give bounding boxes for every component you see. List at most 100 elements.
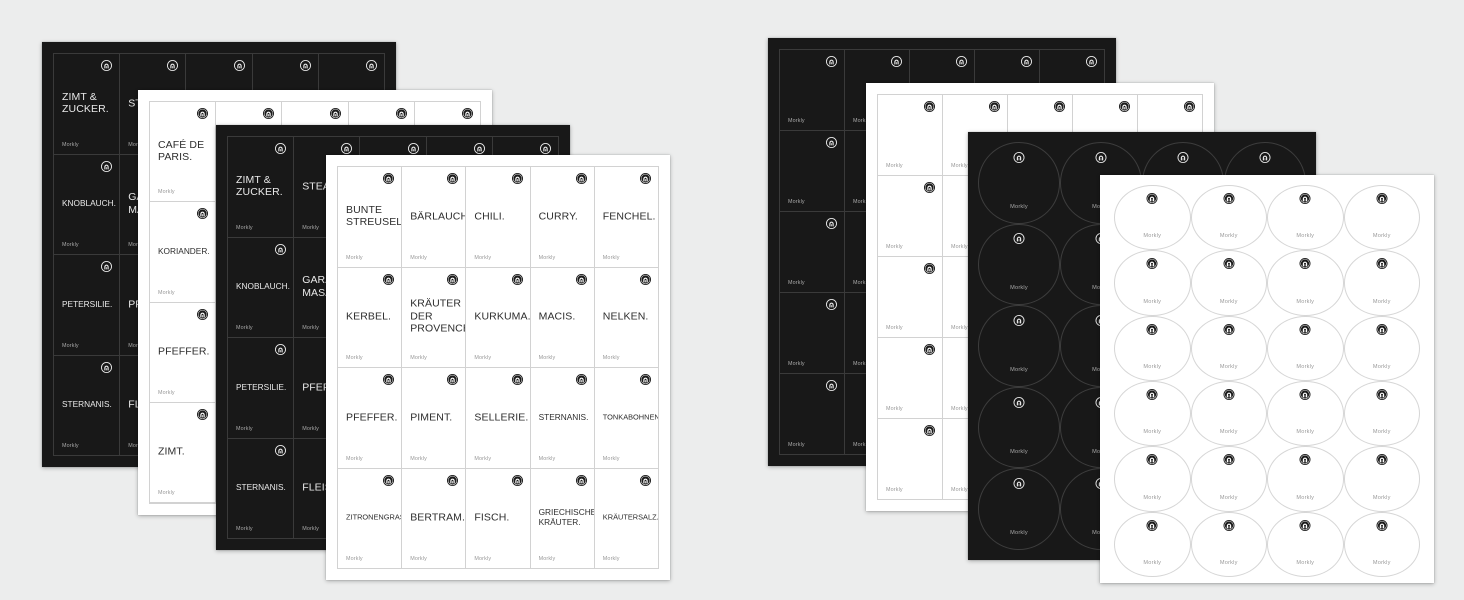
label-cell[interactable]: STERNANIS. Morkly bbox=[228, 438, 295, 539]
round-sticker[interactable]: Morkly bbox=[1267, 185, 1344, 251]
round-sticker-cell[interactable]: Morkly bbox=[978, 386, 1060, 469]
label-cell[interactable]: Morkly bbox=[878, 338, 943, 419]
round-sticker-cell[interactable]: Morkly bbox=[1343, 446, 1420, 512]
round-sticker-cell[interactable]: Morkly bbox=[1114, 315, 1191, 381]
label-cell[interactable]: PIMENT. Morkly bbox=[402, 368, 467, 469]
round-sticker-cell[interactable]: Morkly bbox=[1343, 250, 1420, 316]
label-cell[interactable]: PFEFFER. Morkly bbox=[338, 368, 403, 469]
round-sticker-cell[interactable]: Morkly bbox=[1114, 250, 1191, 316]
label-cell[interactable]: Morkly bbox=[780, 131, 845, 212]
round-sticker[interactable]: Morkly bbox=[1190, 511, 1267, 577]
label-cell[interactable]: Morkly bbox=[878, 419, 943, 500]
label-cell[interactable]: KORIANDER. Morkly bbox=[150, 202, 217, 303]
round-sticker-cell[interactable]: Morkly bbox=[978, 305, 1060, 387]
label-cell[interactable]: Morkly bbox=[780, 212, 845, 293]
round-sticker[interactable]: Morkly bbox=[1114, 185, 1191, 251]
round-sticker-cell[interactable]: Morkly bbox=[978, 468, 1060, 550]
round-sticker[interactable]: Morkly bbox=[1114, 250, 1191, 316]
round-sticker-cell[interactable]: Morkly bbox=[1343, 315, 1420, 381]
label-cell[interactable]: NELKEN. Morkly bbox=[594, 267, 659, 368]
round-sticker[interactable]: Morkly bbox=[1343, 315, 1420, 381]
label-cell[interactable]: TONKABOHNEN. Morkly bbox=[594, 368, 659, 469]
round-sticker[interactable]: Morkly bbox=[1190, 446, 1267, 512]
round-sticker[interactable]: Morkly bbox=[1190, 315, 1267, 381]
round-sticker-cell[interactable]: Morkly bbox=[1343, 185, 1420, 251]
label-cell[interactable]: FENCHEL. Morkly bbox=[594, 167, 659, 268]
label-cell[interactable]: KRÄUTER DER PROVENCE. Morkly bbox=[402, 267, 467, 368]
blank-round-sticker-sheet-light[interactable]: Morkly Morkly Morkly Morkly Morkly Morkly Mork… bbox=[1100, 175, 1434, 583]
label-cell[interactable]: GRIECHISCHE KRÄUTER. Morkly bbox=[530, 468, 595, 569]
round-sticker[interactable]: Morkly bbox=[1114, 381, 1191, 447]
label-cell[interactable]: KNOBLAUCH. Morkly bbox=[54, 154, 121, 255]
round-sticker[interactable]: Morkly bbox=[1114, 446, 1191, 512]
round-sticker-cell[interactable]: Morkly bbox=[1267, 315, 1344, 381]
label-cell[interactable]: PFEFFER. Morkly bbox=[150, 302, 217, 403]
round-sticker[interactable]: Morkly bbox=[1267, 250, 1344, 316]
round-sticker[interactable]: Morkly bbox=[1114, 511, 1191, 577]
round-sticker-cell[interactable]: Morkly bbox=[1190, 446, 1267, 512]
label-cell[interactable]: Morkly bbox=[780, 50, 845, 131]
label-cell[interactable]: KERBEL. Morkly bbox=[338, 267, 403, 368]
round-sticker[interactable]: Morkly bbox=[1190, 250, 1267, 316]
round-sticker[interactable]: Morkly bbox=[1114, 315, 1191, 381]
label-cell[interactable]: BERTRAM. Morkly bbox=[402, 468, 467, 569]
round-sticker[interactable]: Morkly bbox=[1190, 381, 1267, 447]
round-sticker[interactable]: Morkly bbox=[978, 142, 1060, 224]
label-cell[interactable]: CAFÉ DE PARIS. Morkly bbox=[150, 102, 217, 203]
label-cell[interactable]: Morkly bbox=[878, 95, 943, 176]
label-cell[interactable]: ZIMT & ZUCKER. Morkly bbox=[54, 54, 121, 155]
label-cell[interactable]: Morkly bbox=[878, 257, 943, 338]
round-sticker-cell[interactable]: Morkly bbox=[1190, 315, 1267, 381]
label-cell[interactable]: BÄRLAUCH. Morkly bbox=[402, 167, 467, 268]
round-sticker-cell[interactable]: Morkly bbox=[1190, 185, 1267, 251]
round-sticker[interactable]: Morkly bbox=[1267, 446, 1344, 512]
label-cell[interactable]: KNOBLAUCH. Morkly bbox=[228, 237, 295, 338]
label-cell[interactable]: STERNANIS. Morkly bbox=[54, 355, 121, 456]
round-sticker-cell[interactable]: Morkly bbox=[1114, 381, 1191, 447]
round-sticker[interactable]: Morkly bbox=[1343, 185, 1420, 251]
label-cell[interactable]: Morkly bbox=[780, 293, 845, 374]
label-cell[interactable]: SELLERIE. Morkly bbox=[466, 368, 531, 469]
label-cell[interactable]: MACIS. Morkly bbox=[530, 267, 595, 368]
round-sticker[interactable]: Morkly bbox=[1343, 511, 1420, 577]
label-cell[interactable]: CURRY. Morkly bbox=[530, 167, 595, 268]
label-cell[interactable]: ZIMT. Morkly bbox=[150, 402, 217, 503]
round-sticker[interactable]: Morkly bbox=[978, 223, 1060, 306]
spice-label-sheet-light-main[interactable]: BUNTE STREUSEL. Morkly BÄRLAUCH. Morkly CHIL… bbox=[326, 155, 670, 580]
label-cell[interactable]: Morkly bbox=[780, 374, 845, 455]
round-sticker-cell[interactable]: Morkly bbox=[1267, 185, 1344, 251]
round-sticker-cell[interactable]: Morkly bbox=[1114, 185, 1191, 251]
round-sticker-cell[interactable]: Morkly bbox=[1343, 511, 1420, 577]
round-sticker-cell[interactable]: Morkly bbox=[978, 142, 1060, 224]
round-sticker[interactable]: Morkly bbox=[1343, 250, 1420, 316]
round-sticker[interactable]: Morkly bbox=[978, 386, 1060, 469]
round-sticker[interactable]: Morkly bbox=[1267, 381, 1344, 447]
round-sticker-cell[interactable]: Morkly bbox=[1267, 511, 1344, 577]
round-sticker-cell[interactable]: Morkly bbox=[1114, 446, 1191, 512]
label-cell[interactable]: Morkly bbox=[878, 176, 943, 257]
label-cell[interactable]: CHILI. Morkly bbox=[466, 167, 531, 268]
round-sticker-cell[interactable]: Morkly bbox=[1114, 511, 1191, 577]
label-cell[interactable]: STERNANIS. Morkly bbox=[530, 368, 595, 469]
round-sticker[interactable]: Morkly bbox=[1267, 511, 1344, 577]
label-cell[interactable]: FISCH. Morkly bbox=[466, 468, 531, 569]
label-cell[interactable]: PETERSILIE. Morkly bbox=[54, 255, 121, 356]
round-sticker[interactable]: Morkly bbox=[1343, 381, 1420, 447]
round-sticker[interactable]: Morkly bbox=[1267, 315, 1344, 381]
round-sticker[interactable]: Morkly bbox=[978, 305, 1060, 387]
label-cell[interactable]: PETERSILIE. Morkly bbox=[228, 338, 295, 439]
round-sticker-cell[interactable]: Morkly bbox=[1343, 381, 1420, 447]
label-cell[interactable]: ZITRONENGRAS. Morkly bbox=[338, 468, 403, 569]
round-sticker-cell[interactable]: Morkly bbox=[1267, 446, 1344, 512]
round-sticker-cell[interactable]: Morkly bbox=[1267, 381, 1344, 447]
label-cell[interactable]: KRÄUTERSALZ. Morkly bbox=[594, 468, 659, 569]
round-sticker[interactable]: Morkly bbox=[1190, 185, 1267, 251]
round-sticker-cell[interactable]: Morkly bbox=[1267, 250, 1344, 316]
round-sticker-cell[interactable]: Morkly bbox=[1190, 250, 1267, 316]
label-cell[interactable]: KURKUMA. Morkly bbox=[466, 267, 531, 368]
round-sticker-cell[interactable]: Morkly bbox=[1190, 511, 1267, 577]
round-sticker-cell[interactable]: Morkly bbox=[978, 223, 1060, 306]
label-cell[interactable]: BUNTE STREUSEL. Morkly bbox=[338, 167, 403, 268]
round-sticker[interactable]: Morkly bbox=[978, 468, 1060, 550]
round-sticker-cell[interactable]: Morkly bbox=[1190, 381, 1267, 447]
